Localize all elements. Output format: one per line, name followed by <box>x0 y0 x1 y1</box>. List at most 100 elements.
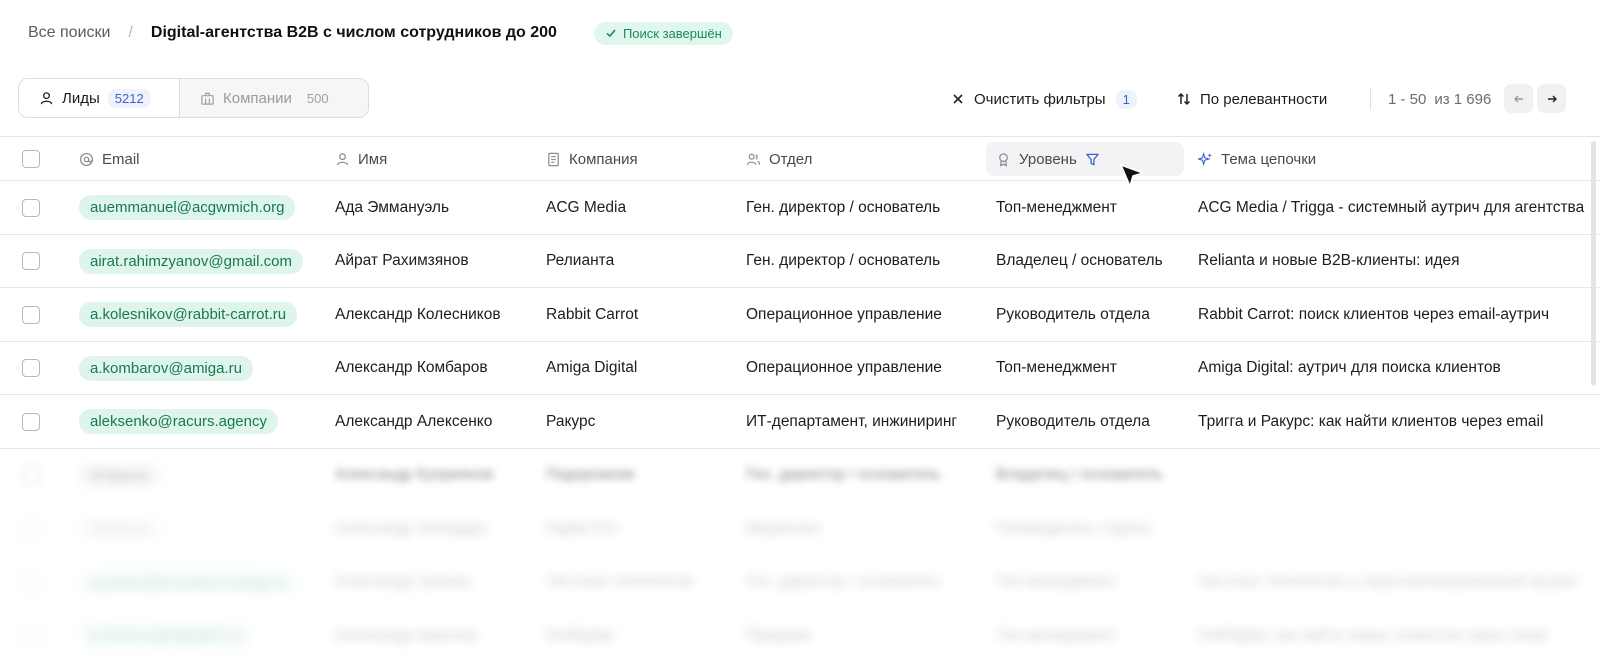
column-email[interactable]: Email <box>79 137 140 181</box>
sort-label: По релевантности <box>1200 90 1328 108</box>
row-checkbox <box>22 466 40 484</box>
topic-cell: Тригга и Ракурс: как найти клиентов чере… <box>1198 412 1544 430</box>
name-cell: Александр Гришин <box>335 573 472 590</box>
sort-icon <box>1177 92 1191 106</box>
email-chip: Открыть <box>79 462 160 488</box>
toolbar-divider <box>1370 88 1371 110</box>
tab-companies-count: 500 <box>306 90 329 106</box>
company-cell: DotDigital <box>546 626 614 644</box>
company-cell: Релианта <box>546 252 615 269</box>
leads-table: Email Имя Компания Отдел Уровень Тема це… <box>0 136 1600 661</box>
table-row[interactable]: a.kombarov@amiga.ru Александр Комбаров A… <box>0 342 1600 395</box>
select-all-checkbox[interactable] <box>22 150 40 168</box>
arrow-left-icon <box>1513 95 1523 102</box>
award-icon <box>999 152 1008 167</box>
company-cell: Rabbit Carrot <box>546 305 639 323</box>
dept-cell: Продажи <box>746 626 811 644</box>
breadcrumb-all-searches[interactable]: Все поиски <box>28 24 110 42</box>
level-cell: Руководитель отдела <box>996 519 1150 537</box>
email-chip[interactable]: airat.rahimzyanov@gmail.com <box>79 248 303 274</box>
column-topic-label: Тема цепочки <box>1221 150 1317 168</box>
topic-cell: Rabbit Carrot: поиск клиентов через emai… <box>1198 305 1550 323</box>
column-dept[interactable]: Отдел <box>746 137 812 181</box>
sparkle-icon <box>1198 151 1213 166</box>
level-cell: Топ-менеджмент <box>996 198 1117 216</box>
name-cell: Александр Колесников <box>335 305 501 323</box>
name-cell: Александр Комбаров <box>335 359 488 376</box>
company-cell: Amiga Digital <box>546 359 638 376</box>
email-chip: a.grishin@chesttechnology.ru <box>79 569 298 595</box>
close-icon <box>953 94 963 104</box>
topic-cell: Amiga Digital: аутрич для поиска клиенто… <box>1198 359 1501 376</box>
email-chip[interactable]: a.kolesnikov@rabbit-carrot.ru <box>79 302 298 327</box>
name-cell: Александр Краснов <box>335 626 477 644</box>
person-icon <box>336 152 349 165</box>
row-checkbox[interactable] <box>22 412 40 431</box>
clear-filters-label: Очистить фильтры <box>974 90 1106 108</box>
dept-cell: Операционное управление <box>746 359 942 376</box>
column-email-label: Email <box>102 150 140 168</box>
table-header: Email Имя Компания Отдел Уровень Тема це… <box>0 136 1600 181</box>
name-cell: Ада Эммануэль <box>335 198 450 216</box>
column-company[interactable]: Компания <box>546 137 638 181</box>
dept-cell: Ген. директор / основатель <box>746 466 941 483</box>
column-company-label: Компания <box>569 150 638 168</box>
person-icon <box>40 91 53 104</box>
dept-cell: Маркетинг <box>746 519 822 537</box>
filter-icon[interactable] <box>1085 152 1100 167</box>
level-cell: Топ-менеджмент <box>996 359 1117 376</box>
table-row[interactable]: auemmanuel@acgwmich.org Ада Эммануэль AC… <box>0 181 1600 235</box>
sort-button[interactable]: По релевантности <box>1176 86 1327 112</box>
tab-leads-count: 5212 <box>107 88 151 108</box>
table-row-blurred: Открыть Александр Куприянов Подорожник Г… <box>0 449 1600 503</box>
row-checkbox[interactable] <box>22 305 40 324</box>
prev-page-button[interactable] <box>1504 84 1533 113</box>
breadcrumb: Все поиски / Digital-агентства B2B с чис… <box>28 20 733 46</box>
mouse-cursor-icon <box>1120 164 1144 187</box>
clear-filters-button[interactable]: Очистить фильтры 1 <box>952 86 1137 112</box>
breadcrumb-separator: / <box>128 24 133 41</box>
filter-count-badge: 1 <box>1115 89 1137 109</box>
email-chip[interactable]: a.kombarov@amiga.ru <box>79 355 253 381</box>
column-name[interactable]: Имя <box>335 137 387 181</box>
row-checkbox[interactable] <box>22 252 40 270</box>
tab-companies-label: Компании <box>223 89 292 107</box>
email-chip[interactable]: aleksenko@racurs.agency <box>79 409 278 434</box>
dept-cell: Операционное управление <box>746 305 942 323</box>
vertical-scrollbar[interactable] <box>1591 141 1596 386</box>
view-tabs: Лиды 5212 Компании 500 <box>18 78 369 118</box>
people-icon <box>746 153 761 165</box>
table-row[interactable]: a.kolesnikov@rabbit-carrot.ru Александр … <box>0 288 1600 342</box>
pagination-info: 1 - 50 из 1 696 <box>1388 86 1491 112</box>
table-row[interactable]: airat.rahimzyanov@gmail.com Айрат Рахимз… <box>0 235 1600 288</box>
row-checkbox <box>22 519 40 538</box>
check-icon <box>606 29 616 38</box>
column-level[interactable]: Уровень <box>996 137 1100 181</box>
table-body: auemmanuel@acgwmich.org Ада Эммануэль AC… <box>0 181 1600 661</box>
row-checkbox[interactable] <box>22 198 40 217</box>
next-page-button[interactable] <box>1537 84 1566 113</box>
row-checkbox[interactable] <box>22 359 40 377</box>
tab-companies[interactable]: Компании 500 <box>179 79 368 117</box>
company-cell: Подорожник <box>546 466 635 483</box>
topic-cell: DotDigital: как найти новых клиентов чер… <box>1198 626 1548 644</box>
status-badge: Поиск завершён <box>593 21 733 45</box>
column-dept-label: Отдел <box>769 150 813 168</box>
company-cell: Ракурс <box>546 412 596 430</box>
dept-cell: Ген. директор / основатель <box>746 252 941 269</box>
tab-leads[interactable]: Лиды 5212 <box>19 79 179 117</box>
column-topic[interactable]: Тема цепочки <box>1198 137 1316 181</box>
company-cell: ACG Media <box>546 198 627 216</box>
dept-cell: Ген. директор / основатель <box>746 573 941 590</box>
topic-cell: ACG Media / Trigga - системный аутрич дл… <box>1198 198 1585 216</box>
email-chip[interactable]: auemmanuel@acgwmich.org <box>79 195 296 220</box>
pagination-range: 1 - 50 <box>1388 90 1427 108</box>
dept-cell: Ген. директор / основатель <box>746 198 941 216</box>
tab-leads-label: Лиды <box>62 89 100 107</box>
email-chip: a.krasnov@digitalfix.ru <box>79 623 253 648</box>
level-cell: Владелец / основатель <box>996 466 1163 483</box>
header-checkbox-cell <box>22 137 40 181</box>
name-cell: Александр Куприянов <box>335 466 494 483</box>
document-icon <box>548 152 559 166</box>
table-row[interactable]: aleksenko@racurs.agency Александр Алексе… <box>0 395 1600 449</box>
